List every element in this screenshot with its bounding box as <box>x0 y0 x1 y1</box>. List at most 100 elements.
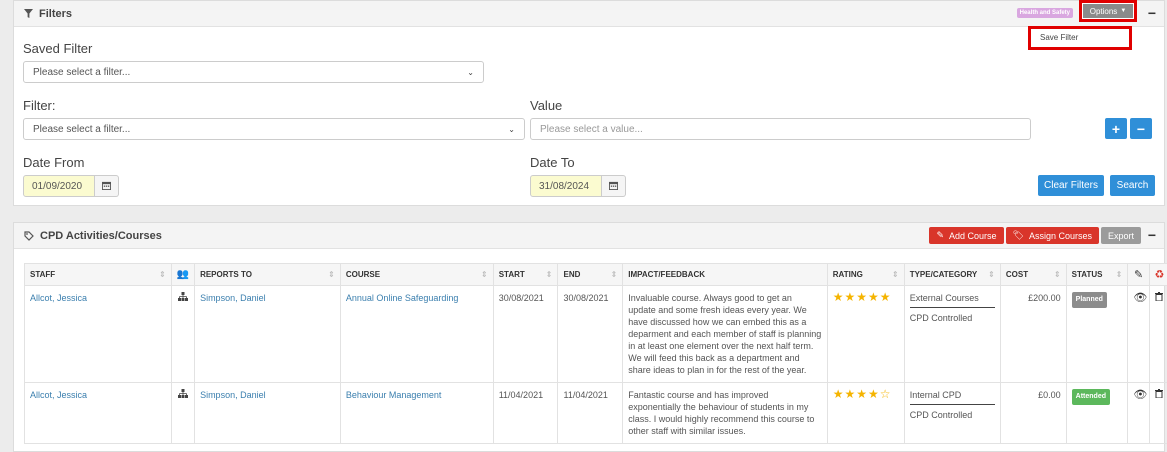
saved-filter-select[interactable]: Please select a filter... ⌄ <box>23 61 484 83</box>
clear-filters-button[interactable]: Clear Filters <box>1038 175 1104 196</box>
column-staff[interactable]: STAFF⇕ <box>25 264 172 286</box>
filter-label: Filter: <box>23 98 56 113</box>
health-safety-tag: Health and Safety <box>1017 8 1073 18</box>
sort-icon: ⇕ <box>892 270 899 279</box>
hierarchy-icon[interactable] <box>178 390 188 400</box>
collapse-cpd-button[interactable]: − <box>1148 228 1156 242</box>
export-label: Export <box>1108 231 1134 241</box>
type-value: External Courses <box>910 292 995 308</box>
search-button[interactable]: Search <box>1110 175 1155 196</box>
calendar-icon <box>102 179 111 193</box>
pencil-icon: ✎ <box>936 230 944 241</box>
sort-icon: ⇕ <box>328 270 335 279</box>
sort-icon: ⇕ <box>1054 270 1061 279</box>
column-cost[interactable]: COST⇕ <box>1000 264 1066 286</box>
trash-icon[interactable] <box>1155 293 1163 303</box>
tag-icon <box>24 231 34 241</box>
column-impact: IMPACT/FEEDBACK <box>623 264 828 286</box>
table-header-row: STAFF⇕ 👥 REPORTS TO⇕ COURSE⇕ START⇕ END⇕… <box>25 264 1167 286</box>
date-from-calendar-button[interactable] <box>95 175 119 197</box>
end-cell: 11/04/2021 <box>558 383 623 444</box>
status-badge: Attended <box>1072 389 1110 405</box>
assign-courses-button[interactable]: 🏷 Assign Courses <box>1006 227 1099 244</box>
sort-icon: ⇕ <box>159 270 166 279</box>
remove-filter-button[interactable]: − <box>1130 118 1152 139</box>
sort-icon: ⇕ <box>1116 270 1123 279</box>
cost-cell: £200.00 <box>1000 286 1066 383</box>
date-from-label: Date From <box>23 155 84 170</box>
sort-icon: ⇕ <box>481 270 488 279</box>
status-badge: Planned <box>1072 292 1107 308</box>
tags-icon: 🏷 <box>1013 230 1024 241</box>
course-link[interactable]: Behaviour Management <box>346 390 442 400</box>
reports-to-link[interactable]: Simpson, Daniel <box>200 293 266 303</box>
plus-icon: + <box>1112 121 1120 137</box>
save-filter-item[interactable]: Save Filter <box>1040 33 1078 42</box>
column-rating[interactable]: RATING⇕ <box>827 264 904 286</box>
column-type[interactable]: TYPE/CATEGORY⇕ <box>904 264 1000 286</box>
users-icon: 👥 <box>177 269 189 280</box>
date-to-value: 31/08/2024 <box>539 181 589 192</box>
filter-select[interactable]: Please select a filter... ⌄ <box>23 118 525 140</box>
cpd-panel: CPD Activities/Courses ✎ Add Course 🏷 As… <box>13 222 1165 452</box>
column-start[interactable]: START⇕ <box>493 264 558 286</box>
column-status[interactable]: STATUS⇕ <box>1066 264 1128 286</box>
pencil-icon: ✎ <box>1134 269 1143 281</box>
add-course-button[interactable]: ✎ Add Course <box>929 227 1003 244</box>
sort-icon: ⇕ <box>611 270 618 279</box>
value-input[interactable]: Please select a value... <box>530 118 1031 140</box>
eye-icon[interactable]: 👁 <box>1133 292 1147 304</box>
impact-cell: Invaluable course. Always good to get an… <box>623 286 828 383</box>
export-button[interactable]: Export <box>1101 227 1141 244</box>
add-course-label: Add Course <box>949 231 997 241</box>
reports-to-link[interactable]: Simpson, Daniel <box>200 390 266 400</box>
column-edit: ✎ <box>1128 264 1149 286</box>
table-row[interactable]: Allcot, Jessica Simpson, Daniel Annual O… <box>25 286 1167 383</box>
column-reports-to[interactable]: REPORTS TO⇕ <box>195 264 341 286</box>
category-value: CPD Controlled <box>910 312 995 324</box>
date-from-input[interactable]: 01/09/2020 <box>23 175 95 197</box>
sort-icon: ⇕ <box>988 270 995 279</box>
trash-icon[interactable] <box>1155 390 1163 400</box>
date-to-calendar-button[interactable] <box>602 175 626 197</box>
search-label: Search <box>1117 180 1149 191</box>
collapse-filters-button[interactable]: − <box>1148 6 1156 20</box>
end-cell: 30/08/2021 <box>558 286 623 383</box>
start-cell: 30/08/2021 <box>493 286 558 383</box>
saved-filter-value: Please select a filter... <box>33 67 130 78</box>
category-value: CPD Controlled <box>910 409 995 421</box>
hierarchy-icon[interactable] <box>178 293 188 303</box>
rating-stars: ★★★★★ <box>833 290 892 304</box>
column-end[interactable]: END⇕ <box>558 264 623 286</box>
caret-down-icon: ▼ <box>1120 8 1126 14</box>
type-value: Internal CPD <box>910 389 995 405</box>
calendar-icon <box>609 179 618 193</box>
eye-icon[interactable]: 👁 <box>1133 389 1147 401</box>
staff-link[interactable]: Allcot, Jessica <box>30 293 87 303</box>
column-delete: ♻ <box>1149 264 1167 286</box>
impact-cell: Fantastic course and has improved expone… <box>623 383 828 444</box>
column-course[interactable]: COURSE⇕ <box>340 264 493 286</box>
add-filter-button[interactable]: + <box>1105 118 1127 139</box>
options-label: Options <box>1090 7 1118 16</box>
saved-filter-label: Saved Filter <box>23 41 92 56</box>
options-button[interactable]: Options ▼ <box>1083 4 1133 18</box>
cpd-table: STAFF⇕ 👥 REPORTS TO⇕ COURSE⇕ START⇕ END⇕… <box>24 263 1167 444</box>
chevron-down-icon: ⌄ <box>508 125 515 134</box>
date-to-input[interactable]: 31/08/2024 <box>530 175 602 197</box>
table-row[interactable]: Allcot, Jessica Simpson, Daniel Behaviou… <box>25 383 1167 444</box>
staff-link[interactable]: Allcot, Jessica <box>30 390 87 400</box>
cpd-header: CPD Activities/Courses ✎ Add Course 🏷 As… <box>14 223 1164 249</box>
column-group: 👥 <box>171 264 194 286</box>
assign-courses-label: Assign Courses <box>1029 231 1092 241</box>
recycle-icon: ♻ <box>1155 269 1165 281</box>
date-to-label: Date To <box>530 155 575 170</box>
course-link[interactable]: Annual Online Safeguarding <box>346 293 459 303</box>
filters-title: Filters <box>39 8 72 20</box>
cost-cell: £0.00 <box>1000 383 1066 444</box>
date-from-value: 01/09/2020 <box>32 181 82 192</box>
funnel-icon <box>24 9 33 18</box>
value-placeholder: Please select a value... <box>540 124 643 135</box>
clear-filters-label: Clear Filters <box>1044 180 1098 191</box>
cpd-title: CPD Activities/Courses <box>40 230 162 242</box>
